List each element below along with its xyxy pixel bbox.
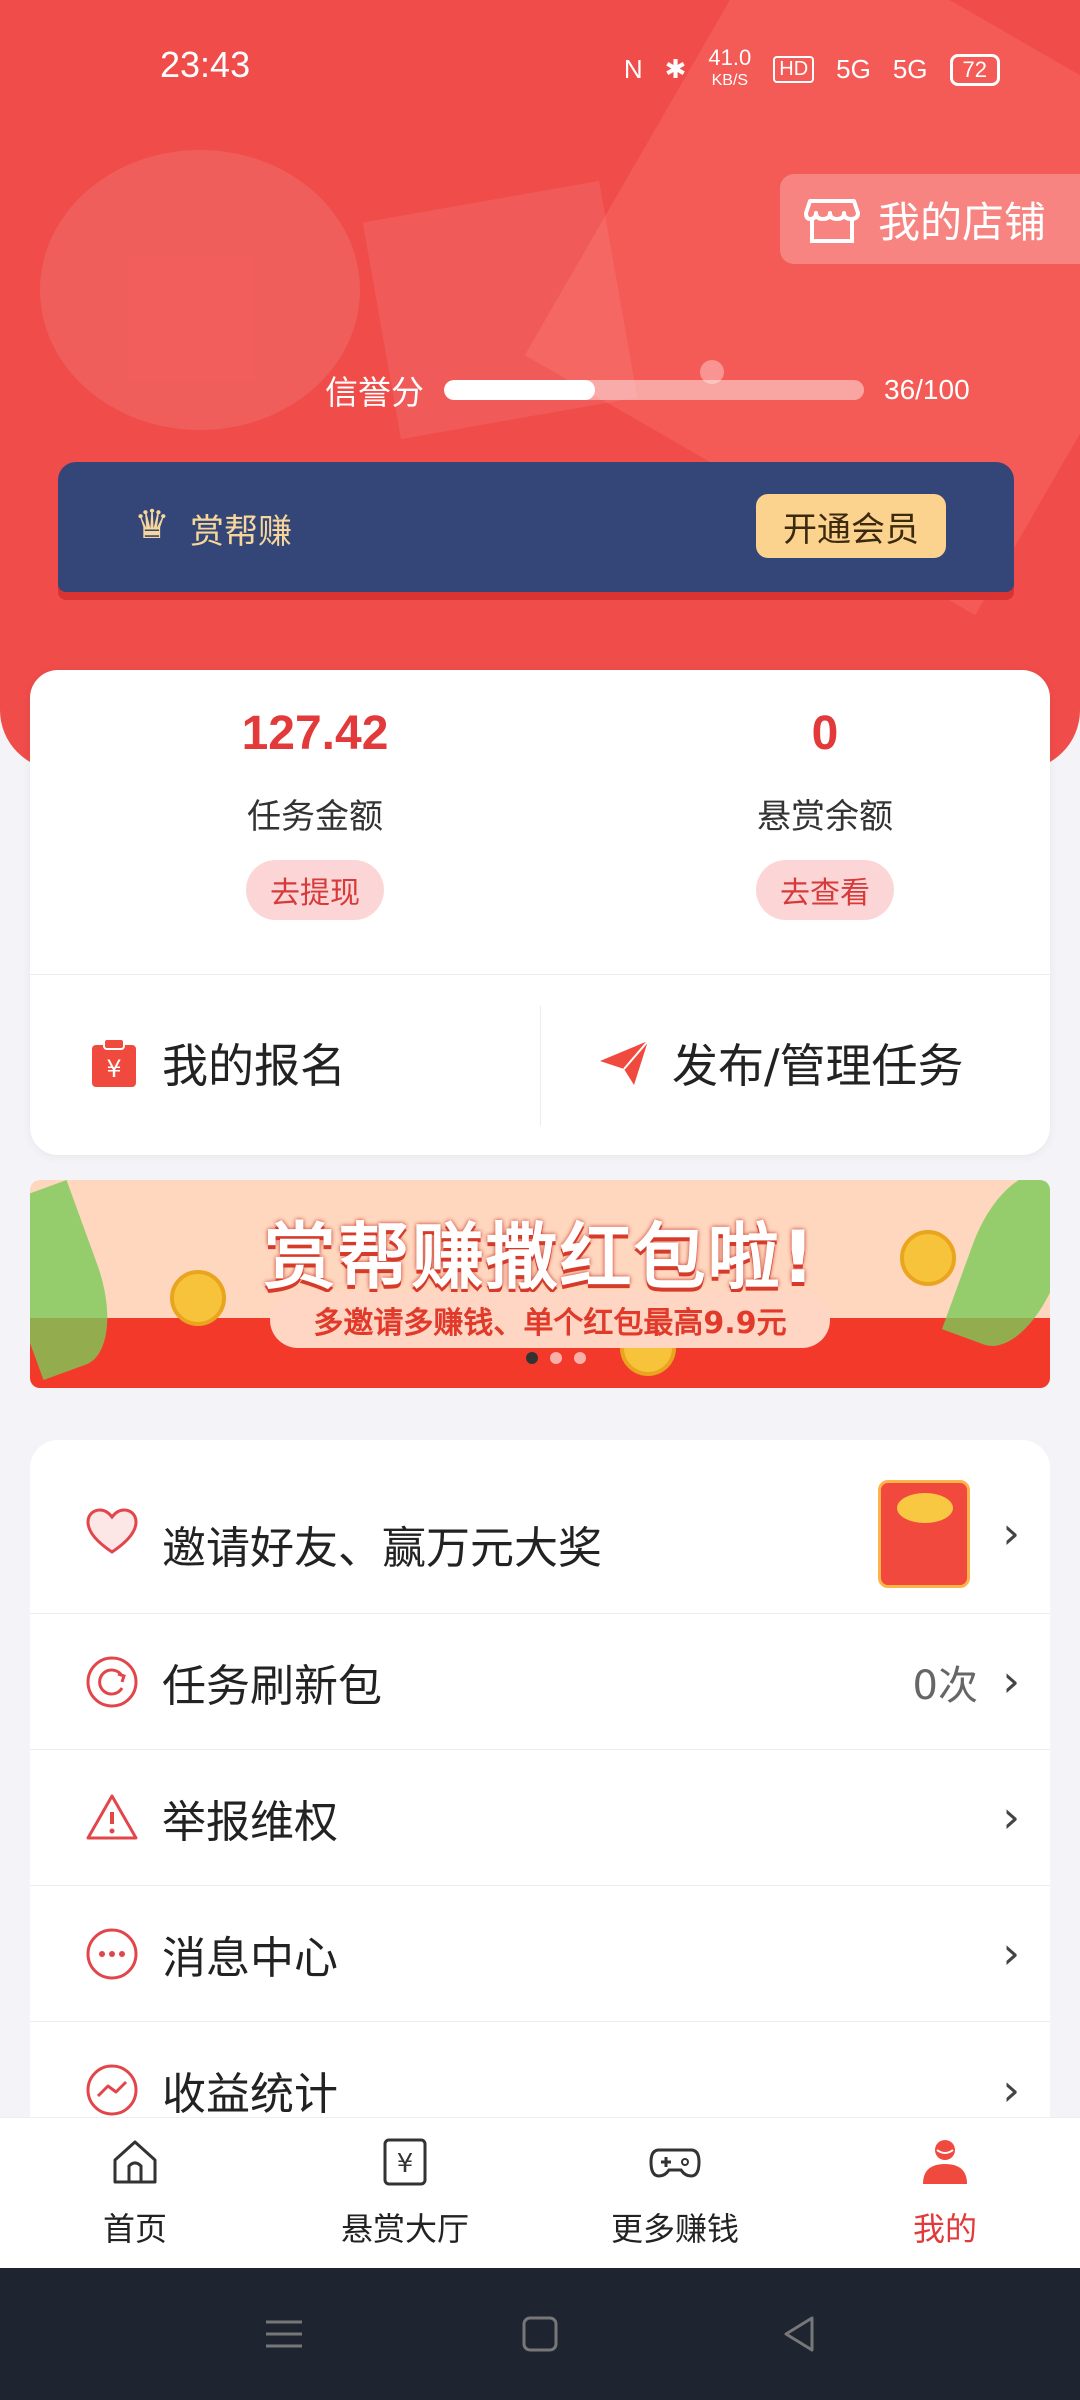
reward-balance-block: 0 悬赏余额 去查看 <box>625 706 1025 920</box>
banner-title: 赏帮赚撒红包啦! <box>263 1215 817 1299</box>
menu-item-messages[interactable]: 消息中心 › <box>30 1886 1050 2022</box>
withdraw-button[interactable]: 去提现 <box>246 860 384 920</box>
my-signup-label: 我的报名 <box>162 1039 346 1093</box>
network-speed: 41.0 KB/S <box>708 45 752 90</box>
clipboard-yuan-icon: ¥ <box>92 1038 136 1087</box>
tab-label: 悬赏大厅 <box>340 2210 469 2248</box>
shop-icon <box>804 199 860 243</box>
signal-5g-icon: 5G <box>892 54 928 84</box>
gamepad-icon <box>649 2148 701 2178</box>
credit-score: 信誉分 36/100 <box>325 366 970 414</box>
promo-banner[interactable]: 赏帮赚撒红包啦! 多邀请多赚钱、单个红包最高9.9元 <box>30 1180 1050 1388</box>
reward-balance-label: 悬赏余额 <box>757 797 893 837</box>
signal-5g-icon: 5G <box>836 54 871 84</box>
paper-plane-icon <box>600 1040 649 1085</box>
credit-progress-fill <box>444 380 596 400</box>
bluetooth-icon: ✱ <box>664 54 687 84</box>
menu-item-refresh-pack[interactable]: 任务刷新包 0次 › <box>30 1614 1050 1750</box>
svg-text:¥: ¥ <box>106 1055 121 1083</box>
nfc-icon: N <box>623 54 643 84</box>
message-icon <box>86 1928 138 1979</box>
menu-item-invite-friends[interactable]: 邀请好友、赢万元大奖 › <box>30 1440 1050 1614</box>
tab-label: 更多赚钱 <box>610 2210 739 2248</box>
carousel-dot <box>526 1352 538 1364</box>
my-shop-button[interactable]: 我的店铺 <box>780 174 1080 264</box>
publish-manage-button[interactable]: 发布/管理任务 <box>598 1030 964 1096</box>
menu-item-report[interactable]: 举报维权 › <box>30 1750 1050 1886</box>
vip-card[interactable]: ♛ 赏帮赚 开通会员 <box>58 462 1014 592</box>
yuan-icon: ¥ <box>383 2138 427 2186</box>
back-icon[interactable] <box>778 2312 822 2356</box>
menu-item-label: 消息中心 <box>162 1932 338 1984</box>
tab-home[interactable]: 首页 <box>55 2134 215 2250</box>
credit-progress-bar <box>444 380 864 400</box>
hd-icon: HD <box>773 56 815 83</box>
carousel-indicator <box>526 1352 586 1364</box>
menu-item-label: 任务刷新包 <box>162 1660 382 1712</box>
battery-icon: 72 <box>949 53 1000 86</box>
divider <box>30 974 1050 975</box>
my-shop-label: 我的店铺 <box>878 197 1047 247</box>
heart-icon <box>86 1508 138 1554</box>
red-envelope-icon <box>878 1480 970 1588</box>
svg-text:¥: ¥ <box>397 2149 414 2179</box>
refresh-icon <box>86 1656 138 1707</box>
publish-manage-label: 发布/管理任务 <box>672 1039 964 1093</box>
credit-label: 信誉分 <box>325 373 424 412</box>
menu-item-label: 收益统计 <box>162 2069 338 2120</box>
view-balance-button[interactable]: 去查看 <box>756 860 894 920</box>
task-amount-value: 127.42 <box>241 707 389 760</box>
open-membership-button[interactable]: 开通会员 <box>756 494 946 558</box>
banner-subtitle: 多邀请多赚钱、单个红包最高9.9元 <box>270 1292 830 1348</box>
task-amount-block: 127.42 任务金额 去提现 <box>115 706 515 920</box>
vip-brand: 赏帮赚 <box>190 512 292 552</box>
crown-icon: ♛ <box>134 502 170 548</box>
chevron-right-icon: › <box>1002 1508 1020 1559</box>
menu-item-label: 邀请好友、赢万元大奖 <box>162 1523 602 1574</box>
credit-value: 36/100 <box>884 374 970 405</box>
bottom-tab-bar: 首页 ¥ 悬赏大厅 更多赚钱 我的 <box>0 2118 1080 2268</box>
status-bar: 23:43 N ✱ 41.0 KB/S HD 5G 5G 72 <box>0 0 1080 130</box>
chevron-right-icon: › <box>1002 2064 1020 2116</box>
menu-icon[interactable] <box>262 2312 306 2356</box>
home-icon <box>113 2140 157 2184</box>
chevron-right-icon: › <box>1002 1792 1020 1843</box>
status-time: 23:43 <box>160 44 251 85</box>
refresh-count: 0次 <box>912 1662 978 1709</box>
reward-balance-value: 0 <box>811 707 839 760</box>
status-icons: N ✱ 41.0 KB/S HD 5G 5G 72 <box>623 45 1000 91</box>
system-navigation-bar <box>0 2268 1080 2400</box>
chevron-right-icon: › <box>1002 1656 1020 1707</box>
warning-icon <box>86 1794 138 1839</box>
carousel-dot <box>574 1352 586 1364</box>
task-amount-label: 任务金额 <box>247 797 383 837</box>
divider <box>540 1006 541 1126</box>
tab-label: 我的 <box>912 2210 977 2248</box>
menu-list: 邀请好友、赢万元大奖 › 任务刷新包 0次 › 举报维权 › 消息中心 › 收益… <box>30 1440 1050 2140</box>
menu-item-label: 举报维权 <box>162 1796 338 1848</box>
tab-label: 首页 <box>102 2210 167 2248</box>
tab-reward-hall[interactable]: ¥ 悬赏大厅 <box>325 2134 485 2250</box>
my-signup-button[interactable]: ¥ 我的报名 <box>88 1030 346 1096</box>
chart-icon <box>86 2064 138 2116</box>
profile-icon <box>923 2140 967 2184</box>
chevron-right-icon: › <box>1002 1928 1020 1979</box>
carousel-dot <box>550 1352 562 1364</box>
decorative-shape <box>40 150 360 430</box>
balance-card: 127.42 任务金额 去提现 0 悬赏余额 去查看 ¥ 我的报名 发布/管理任… <box>30 670 1050 1155</box>
home-square-icon[interactable] <box>518 2312 562 2356</box>
tab-mine[interactable]: 我的 <box>865 2134 1025 2250</box>
tab-more-earnings[interactable]: 更多赚钱 <box>595 2134 755 2250</box>
